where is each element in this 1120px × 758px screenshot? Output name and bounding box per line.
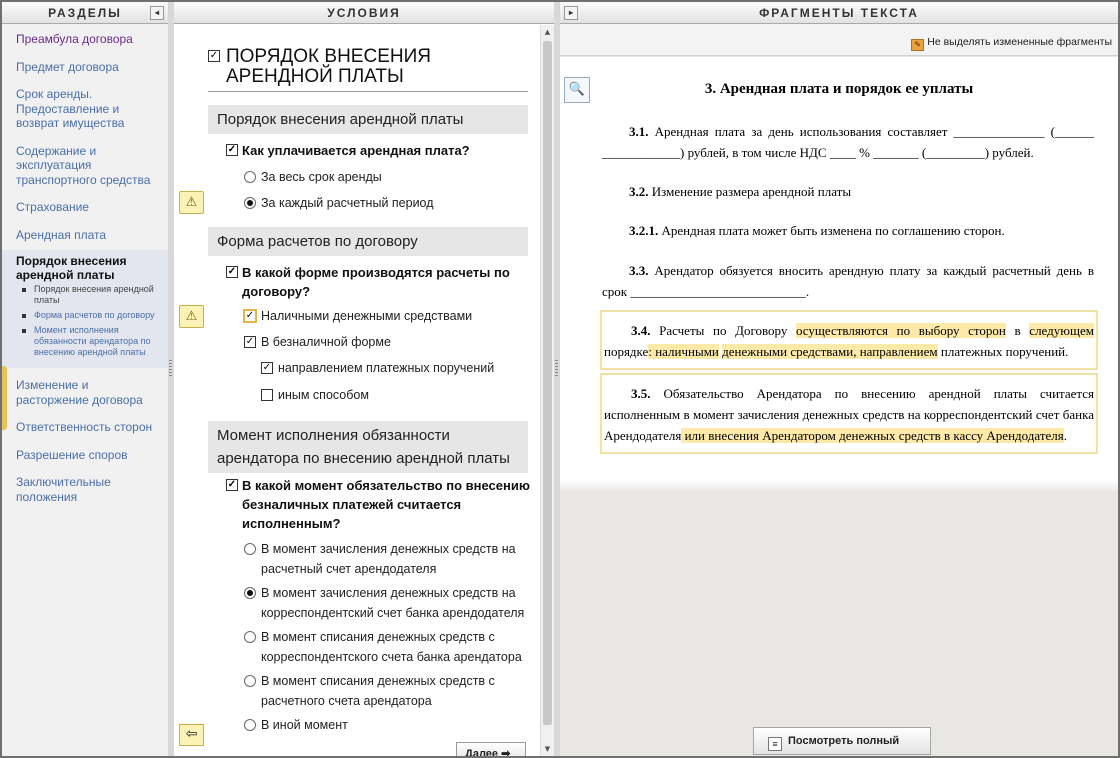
fragments-toolbar: ✎ Не выделять измененные фрагменты <box>560 24 1118 56</box>
radio-icon[interactable] <box>244 631 256 643</box>
radio-option[interactable]: За весь срок аренды <box>244 168 534 188</box>
section-title: ✓ ПОРЯДОК ВНЕСЕНИЯ АРЕНДНОЙ ПЛАТЫ <box>208 47 528 92</box>
changed-fragment-3-5[interactable]: 3.5. Обязательство Арендатора по внесени… <box>600 373 1098 454</box>
nav-item-preamble[interactable]: Преамбула договора <box>2 32 168 47</box>
nav-item-term[interactable]: Срок аренды. Предоставление и возврат им… <box>2 87 168 131</box>
radio-option[interactable]: В момент списания денежных средств с кор… <box>244 628 534 667</box>
scroll-thumb[interactable] <box>543 41 552 725</box>
clause-3-2-1: 3.2.1. Арендная плата может быть изменен… <box>629 223 1005 238</box>
checkbox-icon[interactable]: ✓ <box>226 266 238 278</box>
radio-option[interactable]: В иной момент <box>244 716 534 736</box>
radio-option[interactable]: В момент зачисления денежных средств на … <box>244 584 534 623</box>
active-section-title: Порядок внесения арендной платы <box>16 254 127 282</box>
nav-item-active-section: Порядок внесения арендной платы Порядок … <box>2 250 168 368</box>
group-title: Порядок внесения арендной платы <box>208 105 528 134</box>
conditions-panel: УСЛОВИЯ ✓ ПОРЯДОК ВНЕСЕНИЯ АРЕНДНОЙ ПЛАТ… <box>174 2 554 756</box>
nav-item-maintenance[interactable]: Содержание и эксплуатация транспортного … <box>2 144 168 188</box>
splitter-grip[interactable] <box>555 360 558 378</box>
radio-option[interactable]: За каждый расчетный период <box>244 194 534 214</box>
fragments-header-title: ФРАГМЕНТЫ ТЕКСТА <box>759 6 919 20</box>
side-tab-handle[interactable] <box>2 366 7 430</box>
group-title: Форма расчетов по договору <box>208 227 528 256</box>
conditions-content: ✓ ПОРЯДОК ВНЕСЕНИЯ АРЕНДНОЙ ПЛАТЫ Порядо… <box>174 25 540 756</box>
nav-item-liability[interactable]: Ответственность сторон <box>2 420 168 435</box>
radio-icon[interactable] <box>244 675 256 687</box>
warning-icon[interactable]: ⚠ <box>179 191 204 214</box>
nav-item-disputes[interactable]: Разрешение споров <box>2 448 168 463</box>
collapse-left-icon[interactable]: ◂ <box>150 6 164 20</box>
scroll-down-icon[interactable]: ▼ <box>541 742 554 756</box>
changed-fragment-3-4[interactable]: 3.4. Расчеты по Договору осуществляются … <box>600 310 1098 370</box>
fragments-header: ▸ ФРАГМЕНТЫ ТЕКСТА <box>560 2 1118 24</box>
sections-panel: РАЗДЕЛЫ ◂ Преамбула договора Предмет дог… <box>2 2 168 756</box>
radio-icon[interactable] <box>244 543 256 555</box>
fragments-panel: ▸ ФРАГМЕНТЫ ТЕКСТА ✎ Не выделять измененн… <box>560 2 1118 756</box>
highlight-toggle-icon[interactable]: ✎ <box>911 39 925 51</box>
radio-option[interactable]: В момент зачисления денежных средств на … <box>244 540 534 579</box>
document-heading: 3. Арендная плата и порядок ее уплаты <box>704 81 974 97</box>
subsection-item[interactable]: Форма расчетов по договору <box>16 310 162 321</box>
checkbox-option[interactable]: ✓ направлением платежных поручений <box>261 359 536 379</box>
conditions-header: УСЛОВИЯ <box>174 2 554 24</box>
subsection-item[interactable]: Момент исполнения обязанности арендатора… <box>16 325 162 358</box>
question: ✓ В какой форме производятся расчеты по … <box>226 265 510 299</box>
clause-3-2: 3.2. Изменение размера арендной платы <box>629 184 852 199</box>
nav-item-rent[interactable]: Арендная плата <box>2 228 168 243</box>
checkbox-icon[interactable]: ✓ <box>226 479 238 491</box>
sections-header-title: РАЗДЕЛЫ <box>48 6 122 20</box>
back-arrow-icon[interactable]: ⇦ <box>179 724 204 746</box>
next-button[interactable]: Далее ➡ <box>456 742 526 756</box>
view-full-text-button[interactable]: ≡Посмотреть полный текст <box>753 727 931 755</box>
nav-item-subject[interactable]: Предмет договора <box>2 60 168 75</box>
expand-right-icon[interactable]: ▸ <box>564 6 578 20</box>
highlight-toggle[interactable]: ✎ Не выделять измененные фрагменты <box>911 36 1112 51</box>
nav-item-final[interactable]: Заключительные положения <box>2 475 168 504</box>
checkbox-icon[interactable] <box>261 389 273 401</box>
checkbox-icon[interactable]: ✓ <box>261 362 273 374</box>
checkbox-icon[interactable]: ✓ <box>244 336 256 348</box>
checkbox-option[interactable]: иным способом <box>261 386 536 406</box>
nav-item-change-termination[interactable]: Изменение и расторжение договора <box>2 378 168 407</box>
radio-option[interactable]: В момент списания денежных средств с рас… <box>244 672 534 711</box>
sections-nav: Преамбула договора Предмет договора Срок… <box>2 24 168 504</box>
clause-3-1: 3.1. Арендная плата за день использовани… <box>602 124 1094 160</box>
radio-icon[interactable] <box>244 587 256 599</box>
checkbox-option[interactable]: ✓ Наличными денежными средствами <box>243 307 534 327</box>
sections-header: РАЗДЕЛЫ ◂ <box>2 2 168 24</box>
active-subsections: Порядок внесения арендной платы Форма ра… <box>16 284 162 358</box>
group-title: Момент исполнения обязанности арендатора… <box>208 421 528 473</box>
question: ✓ Как уплачивается арендная плата? <box>226 143 470 158</box>
document-view-icon: ≡ <box>768 737 782 751</box>
subsection-item: Порядок внесения арендной платы <box>16 284 162 306</box>
scroll-up-icon[interactable]: ▲ <box>541 25 554 39</box>
conditions-scrollbar[interactable]: ▲ ▼ <box>540 25 554 756</box>
radio-icon[interactable] <box>244 197 256 209</box>
clause-3-5: 3.5. Обязательство Арендатора по внесени… <box>604 386 1094 443</box>
splitter-grip[interactable] <box>169 360 172 378</box>
warning-icon[interactable]: ⚠ <box>179 305 204 328</box>
document-edge <box>560 480 1118 492</box>
clause-3-3: 3.3. Арендатор обязуется вносить арендну… <box>602 263 1094 299</box>
radio-icon[interactable] <box>244 171 256 183</box>
checkbox-option[interactable]: ✓ В безналичной форме <box>244 333 534 353</box>
checkbox-icon[interactable]: ✓ <box>208 50 220 62</box>
conditions-header-title: УСЛОВИЯ <box>327 6 401 20</box>
nav-item-insurance[interactable]: Страхование <box>2 200 168 215</box>
question: ✓ В какой момент обязательство по внесен… <box>226 478 530 531</box>
checkbox-icon[interactable]: ✓ <box>226 144 238 156</box>
radio-icon[interactable] <box>244 719 256 731</box>
checkbox-icon[interactable]: ✓ <box>243 309 257 323</box>
document-fragment: 🔍 3. Арендная плата и порядок ее уплаты … <box>560 57 1118 480</box>
clause-3-4: 3.4. Расчеты по Договору осуществляются … <box>604 323 1094 359</box>
